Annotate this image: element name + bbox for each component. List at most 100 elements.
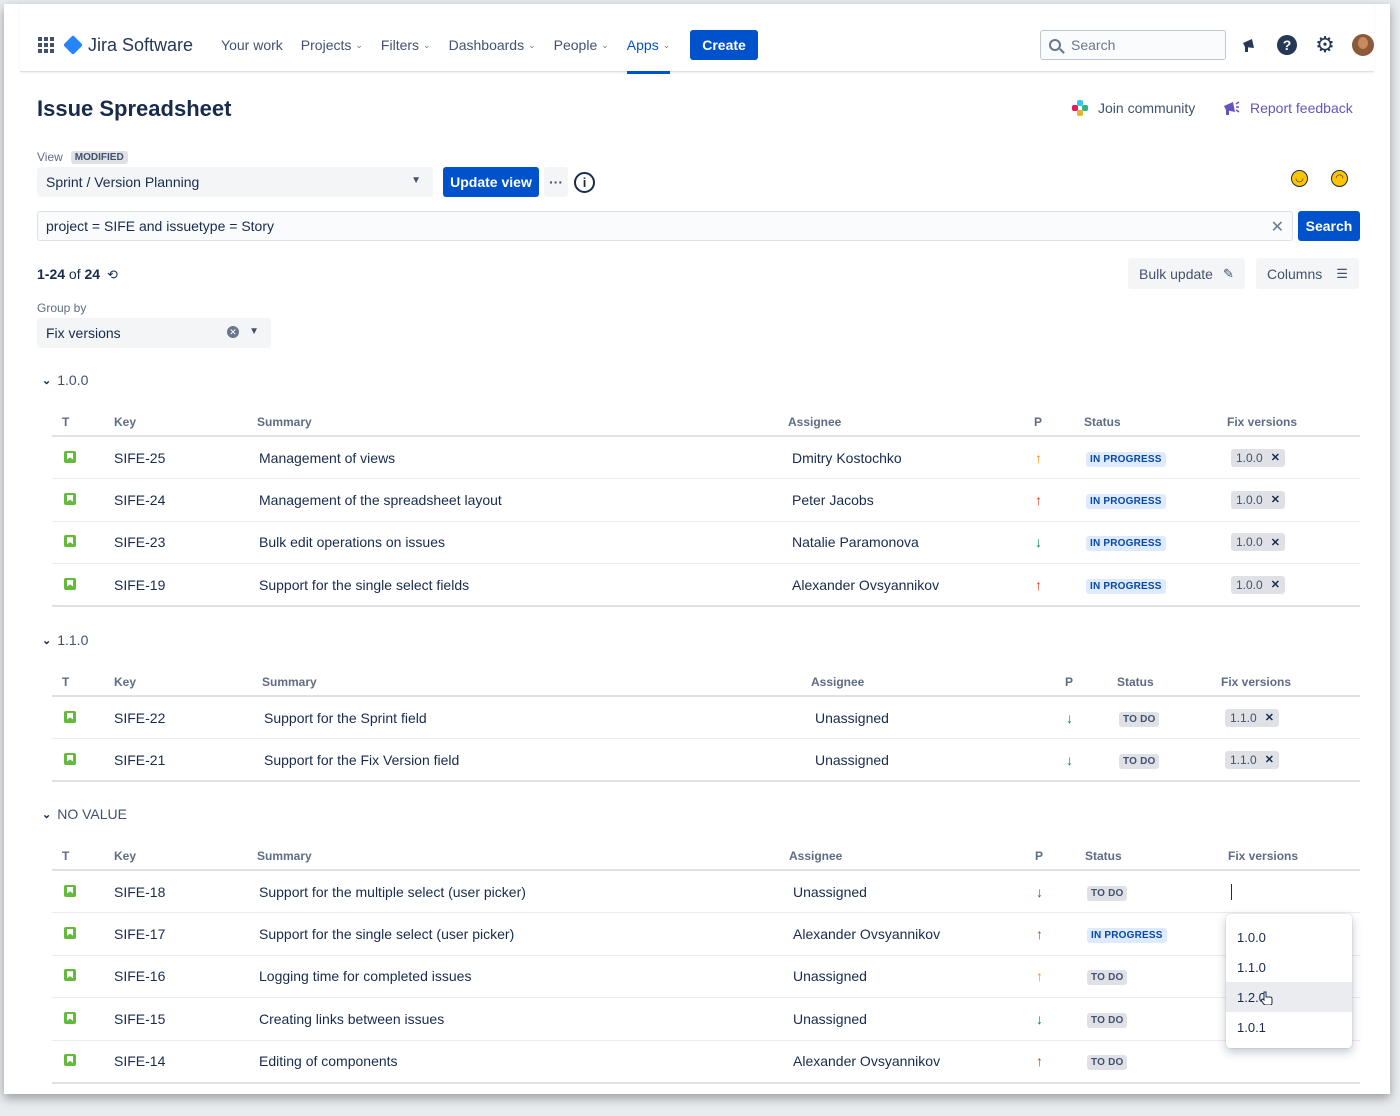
column-header-status[interactable]: Status [1085,842,1228,871]
join-community-link[interactable]: Join community [1072,100,1195,116]
group-header[interactable]: ⌄ 1.1.0 [42,632,88,648]
issue-summary[interactable]: Support for the single select (user pick… [259,926,514,942]
issue-summary[interactable]: Support for the multiple select (user pi… [259,884,526,900]
issue-key[interactable]: SIFE-14 [114,1053,165,1069]
status-badge[interactable]: TO DO [1087,885,1128,901]
table-row[interactable]: SIFE-19 Support for the single select fie… [52,563,1360,607]
fix-version-option[interactable]: 1.2.0 [1226,982,1352,1012]
status-badge[interactable]: IN PROGRESS [1086,536,1166,552]
column-header-key[interactable]: Key [114,842,257,871]
issue-assignee[interactable]: Unassigned [815,710,889,726]
issue-assignee[interactable]: Peter Jacobs [792,492,874,508]
table-row[interactable]: SIFE-14 Editing of components Alexander Ov… [52,1040,1360,1084]
fix-version-option[interactable]: 1.0.0 [1226,922,1352,952]
fix-version-option[interactable]: 1.0.1 [1226,1012,1352,1042]
fix-version-tag[interactable]: 1.0.0 ✕ [1231,575,1285,594]
columns-button[interactable]: Columns ☰ [1256,258,1359,289]
column-header-assignee[interactable]: Assignee [788,408,1034,437]
column-header-summary[interactable]: Summary [257,842,789,871]
nav-item-projects[interactable]: Projects ⌄ [301,30,363,60]
issue-key[interactable]: SIFE-25 [114,450,165,466]
table-row[interactable]: SIFE-23 Bulk edit operations on issues Nat… [52,521,1360,564]
more-actions-button[interactable]: ··· [544,167,568,197]
status-badge[interactable]: TO DO [1087,1012,1128,1028]
table-row[interactable]: SIFE-25 Management of views Dmitry Kostoch… [52,436,1360,479]
fix-version-tag[interactable]: 1.0.0 ✕ [1231,448,1285,467]
issue-assignee[interactable]: Unassigned [815,752,889,768]
column-header-fix-versions[interactable]: Fix versions [1227,408,1360,437]
clear-icon[interactable]: ✕ [227,326,239,338]
column-header-priority[interactable]: P [1035,842,1085,871]
issue-key[interactable]: SIFE-22 [114,710,165,726]
status-badge[interactable]: TO DO [1087,970,1128,986]
issue-summary[interactable]: Management of views [259,450,395,466]
status-badge[interactable]: IN PROGRESS [1087,927,1167,943]
issue-key[interactable]: SIFE-21 [114,752,165,768]
frown-feedback-icon[interactable]: ◠ [1331,170,1348,187]
status-badge[interactable]: IN PROGRESS [1086,578,1166,594]
jql-search-button[interactable]: Search [1298,211,1360,241]
priority-low-icon[interactable]: ↓ [1036,884,1043,900]
close-icon[interactable]: ✕ [1271,536,1280,549]
issue-assignee[interactable]: Unassigned [793,968,867,984]
issue-key[interactable]: SIFE-18 [114,884,165,900]
nav-item-dashboards[interactable]: Dashboards ⌄ [449,30,536,60]
column-header-status[interactable]: Status [1117,668,1221,697]
priority-high-icon[interactable]: ↑ [1035,577,1042,593]
smile-feedback-icon[interactable]: ◡ [1291,170,1308,187]
gear-icon[interactable]: ⚙ [1314,34,1336,56]
issue-summary[interactable]: Logging time for completed issues [259,968,471,984]
issue-assignee[interactable]: Unassigned [793,884,867,900]
close-icon[interactable]: ✕ [1265,753,1274,766]
table-row[interactable]: SIFE-21 Support for the Fix Version field… [52,738,1360,782]
issue-key[interactable]: SIFE-15 [114,1011,165,1027]
status-badge[interactable]: TO DO [1119,753,1160,769]
issue-assignee[interactable]: Alexander Ovsyannikov [793,926,940,942]
fix-version-tag[interactable]: 1.1.0 ✕ [1225,708,1279,727]
column-header-type[interactable]: T [52,842,114,871]
column-header-assignee[interactable]: Assignee [811,668,1065,697]
column-header-priority[interactable]: P [1065,668,1117,697]
refresh-icon[interactable]: ⟲ [107,267,118,282]
column-header-type[interactable]: T [52,408,114,437]
global-search-input[interactable]: Search [1040,30,1226,60]
issue-key[interactable]: SIFE-23 [114,534,165,550]
create-button[interactable]: Create [690,30,758,60]
app-switcher-icon[interactable] [38,37,54,53]
column-header-type[interactable]: T [52,668,114,697]
status-badge[interactable]: IN PROGRESS [1086,493,1166,509]
issue-summary[interactable]: Creating links between issues [259,1011,444,1027]
notifications-megaphone-icon[interactable] [1238,34,1260,56]
close-icon[interactable]: ✕ [1271,217,1284,237]
update-view-button[interactable]: Update view [443,167,539,197]
profile-avatar[interactable] [1352,34,1374,56]
priority-low-icon[interactable]: ↓ [1035,534,1042,550]
status-badge[interactable]: IN PROGRESS [1086,451,1166,467]
jql-input[interactable]: project = SIFE and issuetype = Story ✕ [37,211,1293,241]
group-by-select[interactable]: Fix versions ✕ ▼ [37,318,271,348]
help-icon[interactable]: ? [1276,34,1298,56]
column-header-key[interactable]: Key [114,668,262,697]
nav-item-apps[interactable]: Apps ⌄ [626,30,671,74]
column-header-summary[interactable]: Summary [257,408,788,437]
column-header-priority[interactable]: P [1034,408,1084,437]
table-row[interactable]: SIFE-24 Management of the spreadsheet lay… [52,478,1360,522]
priority-low-icon[interactable]: ↓ [1036,1011,1043,1027]
info-icon[interactable]: i [574,172,595,193]
table-row[interactable]: SIFE-16 Logging time for completed issues… [52,955,1360,998]
issue-summary[interactable]: Editing of components [259,1053,398,1069]
product-logo[interactable]: Jira Software [63,35,193,56]
fix-version-tag[interactable]: 1.1.0 ✕ [1225,750,1279,769]
issue-summary[interactable]: Support for the Sprint field [264,710,427,726]
priority-low-icon[interactable]: ↓ [1066,752,1073,768]
issue-key[interactable]: SIFE-17 [114,926,165,942]
group-header[interactable]: ⌄ 1.0.0 [42,372,88,388]
issue-key[interactable]: SIFE-19 [114,577,165,593]
close-icon[interactable]: ✕ [1271,451,1280,464]
nav-item-filters[interactable]: Filters ⌄ [381,30,431,60]
column-header-assignee[interactable]: Assignee [789,842,1035,871]
fix-version-tag[interactable]: 1.0.0 ✕ [1231,490,1285,509]
issue-key[interactable]: SIFE-24 [114,492,165,508]
close-icon[interactable]: ✕ [1265,711,1274,724]
issue-summary[interactable]: Support for the single select fields [259,577,469,593]
